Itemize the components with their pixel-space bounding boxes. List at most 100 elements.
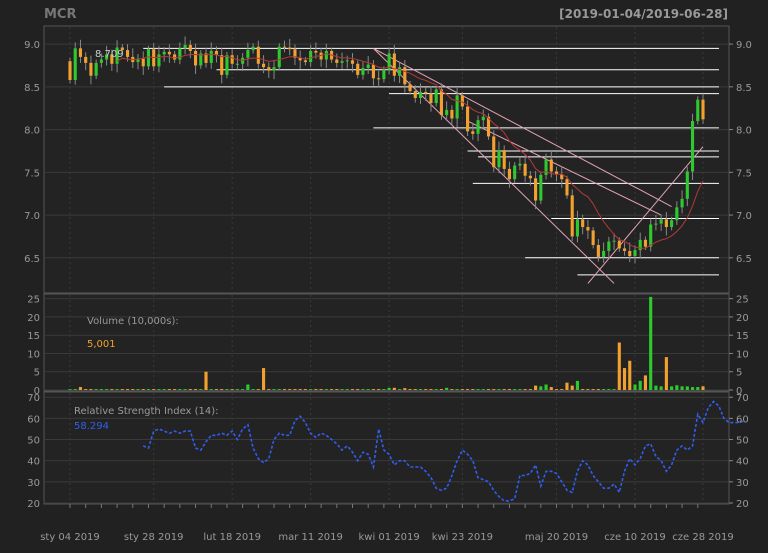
volume-bar-down	[664, 357, 668, 390]
volume-bar-down	[591, 389, 595, 390]
candle-up	[225, 55, 229, 75]
volume-bar-down	[350, 389, 355, 390]
volume-bar-up	[418, 389, 423, 390]
volume-bar-up	[162, 389, 166, 390]
candle-up	[476, 120, 480, 134]
volume-bar-up	[633, 384, 637, 390]
volume-bar-up	[481, 389, 485, 390]
y-tick-label-right: 8.5	[736, 83, 752, 94]
candle-up	[324, 50, 328, 60]
y-tick-label-right: 10	[736, 349, 749, 360]
candle-down	[523, 163, 527, 176]
volume-bar-down	[439, 389, 443, 390]
x-tick-label: sty 04 2019	[40, 532, 100, 543]
y-tick-label-right: 25	[736, 295, 749, 306]
volume-bar-down	[298, 389, 302, 390]
volume-bar-down	[319, 389, 323, 390]
volume-bar-up	[476, 389, 480, 390]
volume-bar-down	[377, 389, 381, 390]
candle-down	[314, 50, 318, 53]
candle-down	[460, 95, 464, 107]
volume-bar-up	[518, 389, 522, 390]
candle-up	[434, 89, 438, 104]
volume-bar-down	[303, 389, 307, 390]
candle-up	[649, 224, 653, 247]
candle-up	[366, 64, 370, 69]
candle-down	[256, 46, 260, 64]
candle-down	[288, 47, 292, 50]
volume-bar-up	[455, 389, 459, 390]
volume-bar-up	[382, 389, 386, 390]
volume-bar-up	[434, 389, 438, 390]
candle-down	[282, 46, 287, 48]
x-tick-label: maj 20 2019	[525, 532, 588, 543]
y-tick-label-left: 10	[27, 349, 40, 360]
candle-up	[696, 99, 700, 122]
volume-bar-down	[293, 389, 297, 390]
y-tick-label-right: 7.0	[736, 211, 752, 222]
candle-down	[267, 67, 271, 71]
candle-down	[534, 178, 538, 201]
candle-up	[513, 165, 517, 180]
candle-down	[492, 136, 496, 168]
candle-down	[350, 60, 355, 64]
volume-bar-down	[466, 389, 470, 390]
volume-bar-down	[549, 387, 553, 390]
candle-up	[235, 63, 239, 65]
candle-down	[413, 91, 417, 98]
candle-up	[418, 91, 423, 98]
candle-up	[481, 116, 485, 121]
volume-bar-down	[502, 389, 506, 390]
volume-bar-up	[575, 380, 580, 390]
volume-bar-down	[460, 389, 464, 390]
candle-up	[612, 240, 616, 242]
y-tick-label-left: 8.0	[24, 126, 40, 137]
y-tick-label-right: 60	[736, 414, 749, 425]
volume-bar-up	[136, 389, 140, 390]
candle-up	[251, 46, 255, 51]
candle-up	[575, 219, 580, 237]
volume-bar-down	[152, 389, 156, 390]
volume-panel	[43, 293, 730, 392]
candle-up	[272, 67, 276, 71]
price-panel	[43, 25, 730, 294]
candle-up	[685, 171, 689, 199]
volume-bar-down	[570, 385, 574, 390]
volume-bar-up	[178, 389, 182, 390]
volume-bar-down	[220, 389, 224, 390]
candle-down	[167, 51, 171, 55]
volume-bar-down	[523, 389, 527, 390]
y-tick-label-right: 20	[736, 499, 749, 510]
volume-bar-down	[701, 386, 705, 390]
candle-up	[670, 220, 674, 228]
y-tick-label-left: 20	[27, 313, 40, 324]
candle-down	[549, 159, 553, 172]
candle-down	[507, 168, 511, 180]
y-tick-label-right: 5	[736, 368, 742, 379]
volume-bar-up	[209, 389, 213, 390]
volume-bar-down	[262, 368, 266, 390]
candle-up	[654, 223, 658, 225]
candle-up	[539, 174, 543, 201]
y-tick-label-left: 40	[27, 457, 40, 468]
volume-bar-down	[622, 368, 627, 390]
candle-down	[643, 239, 648, 247]
chart-date-range: [2019-01-04/2019-06-28]	[559, 7, 728, 21]
volume-bar-up	[157, 389, 161, 390]
volume-bar-up	[246, 384, 250, 390]
y-tick-label-left: 50	[27, 436, 40, 447]
candle-down	[471, 131, 475, 134]
volume-bar-down	[173, 389, 177, 390]
candle-up	[209, 50, 213, 63]
candle-up	[183, 44, 187, 49]
y-tick-label-right: 40	[736, 457, 749, 468]
candle-down	[591, 230, 595, 245]
volume-bar-up	[272, 389, 276, 390]
candle-up	[340, 61, 344, 63]
candle-up	[607, 241, 611, 251]
volume-bar-down	[141, 389, 145, 390]
volume-bar-up	[366, 389, 370, 390]
candle-down	[356, 63, 360, 75]
volume-bar-down	[408, 389, 412, 390]
candle-up	[178, 48, 182, 60]
